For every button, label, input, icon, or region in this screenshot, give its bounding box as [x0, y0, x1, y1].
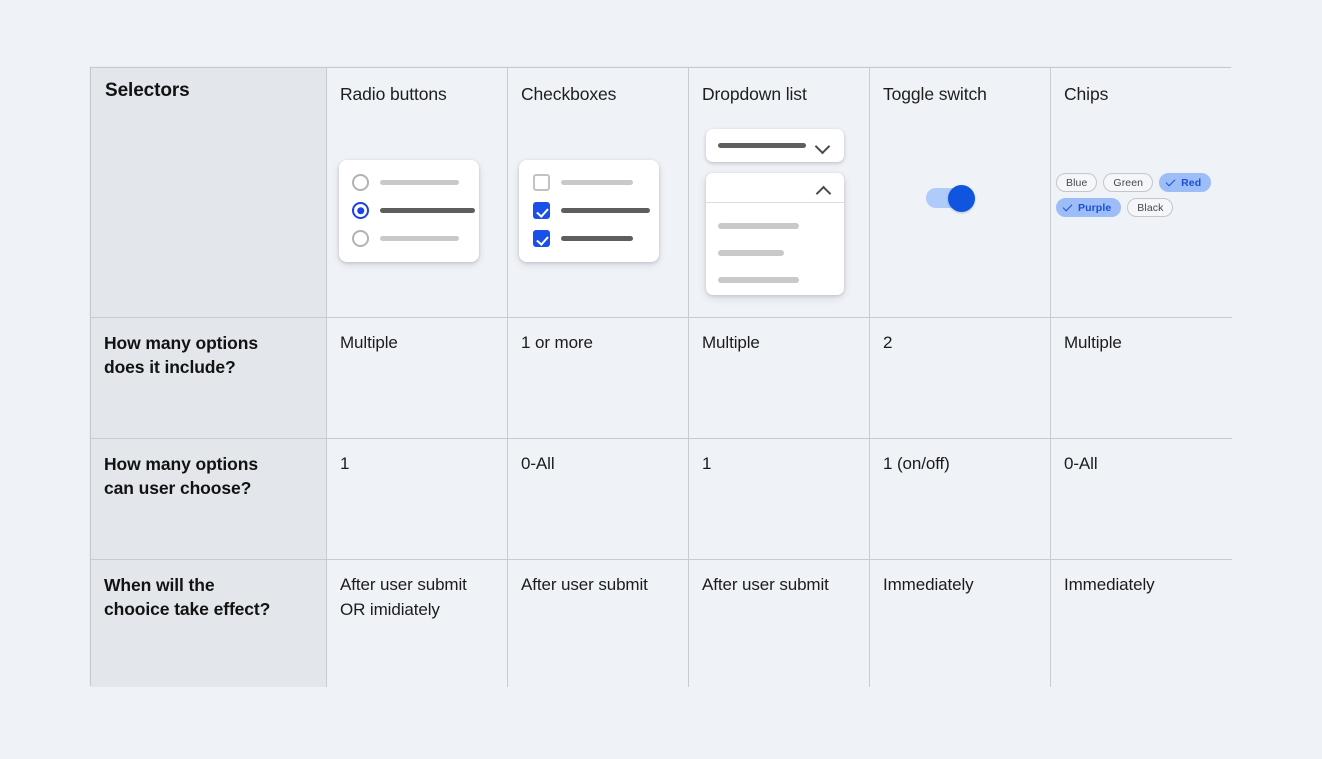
- radio-group-card: [339, 160, 479, 262]
- table-cell: 1: [689, 439, 870, 560]
- cell-value: 2: [883, 333, 893, 352]
- radio-option-label-placeholder: [380, 208, 475, 213]
- checkbox-option[interactable]: [533, 174, 633, 191]
- toggle-switch[interactable]: [926, 184, 975, 212]
- dropdown-option[interactable]: [718, 223, 799, 229]
- cell-value: 0-All: [521, 454, 555, 473]
- table-cell: Multiple: [689, 318, 870, 439]
- row-label-options-included: How many options does it include?: [91, 318, 327, 439]
- radio-icon[interactable]: [352, 174, 369, 191]
- column-header-radio-buttons: Radio buttons: [327, 68, 508, 318]
- chip-black[interactable]: Black: [1127, 198, 1174, 217]
- table-cell: Multiple: [327, 318, 508, 439]
- toggle-knob[interactable]: [948, 184, 975, 212]
- checkbox-option-checked[interactable]: [533, 202, 650, 219]
- radio-option-selected[interactable]: [352, 202, 475, 219]
- cell-value: 1 or more: [521, 333, 593, 352]
- chip-label: Purple: [1078, 201, 1112, 214]
- chip-label: Green: [1113, 176, 1144, 189]
- chip-blue[interactable]: Blue: [1056, 173, 1098, 192]
- check-icon: [1165, 176, 1176, 186]
- checkbox-option-checked[interactable]: [533, 230, 633, 247]
- cell-value: After user submit: [521, 575, 648, 594]
- checkbox-option-label-placeholder: [561, 208, 650, 213]
- cell-value: 1: [340, 454, 350, 473]
- radio-option[interactable]: [352, 174, 459, 191]
- checkbox-option-label-placeholder: [561, 236, 633, 241]
- dropdown-option[interactable]: [718, 250, 784, 256]
- column-header-label: Chips: [1064, 84, 1109, 104]
- chip-purple-selected[interactable]: Purple: [1056, 198, 1122, 217]
- checkbox-icon[interactable]: [533, 174, 550, 191]
- table-cell: After user submit OR imidiately: [327, 560, 508, 687]
- dropdown-selected-value-placeholder: [718, 143, 806, 148]
- row-label-text: How many options can user choose?: [104, 454, 258, 499]
- table-cell: After user submit: [689, 560, 870, 687]
- row-label-text: How many options does it include?: [104, 333, 258, 378]
- selectors-comparison-table: Selectors Radio buttons Checkboxes Dropd…: [90, 67, 1232, 687]
- dropdown-open-header[interactable]: [706, 173, 844, 203]
- column-header-dropdown-list: Dropdown list: [689, 68, 870, 318]
- cell-value: Multiple: [702, 333, 760, 352]
- dropdown-open-panel[interactable]: [706, 173, 844, 295]
- chip-label: Black: [1137, 201, 1164, 214]
- radio-option[interactable]: [352, 230, 459, 247]
- table-cell: 1 or more: [508, 318, 689, 439]
- checkbox-checked-icon[interactable]: [533, 230, 550, 247]
- row-label-text: When will the chooice take effect?: [104, 575, 271, 620]
- table-cell: After user submit: [508, 560, 689, 687]
- table-cell: Multiple: [1051, 318, 1232, 439]
- cell-value: 1 (on/off): [883, 454, 950, 473]
- column-header-toggle-switch: Toggle switch: [870, 68, 1051, 318]
- chip-label: Blue: [1066, 176, 1088, 189]
- radio-option-label-placeholder: [380, 236, 459, 241]
- cell-value: Multiple: [1064, 333, 1122, 352]
- column-header-chips: Chips Blue Green Red Purple Black: [1051, 68, 1232, 318]
- dropdown-option[interactable]: [718, 277, 799, 283]
- table-cell: Immediately: [870, 560, 1051, 687]
- toggle-track[interactable]: [926, 184, 975, 212]
- chip-label: Red: [1181, 176, 1202, 189]
- table-cell: 1 (on/off): [870, 439, 1051, 560]
- checkbox-group-card: [519, 160, 659, 262]
- cell-value: After user submit: [702, 575, 829, 594]
- chevron-up-icon[interactable]: [818, 183, 831, 196]
- cell-value: 1: [702, 454, 712, 473]
- column-header-label: Toggle switch: [883, 84, 987, 104]
- chevron-down-icon[interactable]: [817, 139, 830, 152]
- table-cell: 0-All: [1051, 439, 1232, 560]
- table-corner-header: Selectors: [91, 68, 327, 318]
- chip-red-selected[interactable]: Red: [1159, 173, 1212, 192]
- cell-value: Immediately: [1064, 575, 1155, 594]
- page-title: Selectors: [105, 80, 190, 101]
- column-header-label: Radio buttons: [340, 84, 447, 104]
- cell-value: After user submit OR imidiately: [340, 575, 467, 619]
- page-root: Selectors Radio buttons Checkboxes Dropd…: [0, 0, 1322, 759]
- radio-icon[interactable]: [352, 230, 369, 247]
- checkbox-checked-icon[interactable]: [533, 202, 550, 219]
- checkbox-option-label-placeholder: [561, 180, 633, 185]
- chip-green[interactable]: Green: [1103, 173, 1154, 192]
- radio-selected-icon[interactable]: [352, 202, 369, 219]
- cell-value: Immediately: [883, 575, 974, 594]
- cell-value: Multiple: [340, 333, 398, 352]
- check-icon: [1062, 201, 1073, 211]
- column-header-checkboxes: Checkboxes: [508, 68, 689, 318]
- table-cell: Immediately: [1051, 560, 1232, 687]
- table-cell: 0-All: [508, 439, 689, 560]
- table-cell: 2: [870, 318, 1051, 439]
- row-label-options-choosable: How many options can user choose?: [91, 439, 327, 560]
- column-header-label: Checkboxes: [521, 84, 617, 104]
- table-cell: 1: [327, 439, 508, 560]
- row-label-effect-timing: When will the chooice take effect?: [91, 560, 327, 687]
- cell-value: 0-All: [1064, 454, 1098, 473]
- chip-group: Blue Green Red Purple Black: [1056, 173, 1224, 217]
- column-header-label: Dropdown list: [702, 84, 807, 104]
- radio-option-label-placeholder: [380, 180, 459, 185]
- dropdown-closed[interactable]: [706, 129, 844, 162]
